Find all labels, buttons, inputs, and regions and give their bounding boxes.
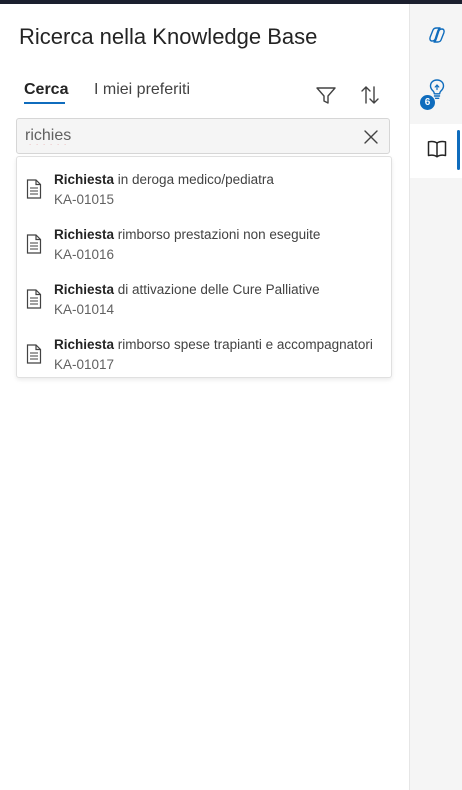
suggestion-rest: rimborso prestazioni non eseguite: [114, 227, 321, 242]
document-icon: [26, 344, 42, 364]
search-input[interactable]: [25, 125, 355, 147]
suggestion-id: KA-01017: [54, 357, 115, 372]
filter-icon: [316, 87, 336, 104]
suggestion-item[interactable]: Richiesta in deroga medico/pediatra KA-0…: [17, 160, 391, 212]
tab-preferiti[interactable]: I miei preferiti: [94, 81, 190, 99]
suggestion-rest: di attivazione delle Cure Palliative: [114, 282, 320, 297]
close-icon[interactable]: [362, 128, 380, 146]
panel-title: Ricerca nella Knowledge Base: [19, 24, 318, 49]
suggestion-rest: rimborso spese trapianti e accompagnator…: [114, 337, 373, 352]
suggestion-item[interactable]: Richiesta di attivazione delle Cure Pall…: [17, 270, 391, 322]
suggestion-id: KA-01014: [54, 302, 115, 317]
suggestion-title: Richiesta di attivazione delle Cure Pall…: [54, 282, 384, 297]
copilot-button[interactable]: [424, 22, 450, 48]
copilot-icon: [429, 27, 445, 43]
tab-cerca[interactable]: Cerca: [24, 81, 68, 99]
suggestion-match: Richiesta: [54, 227, 115, 242]
search-box: [16, 118, 390, 154]
suggestion-title: Richiesta in deroga medico/pediatra: [54, 172, 384, 187]
active-tab-indicator: [24, 102, 65, 104]
suggestion-item[interactable]: Richiesta rimborso spese trapianti e acc…: [17, 325, 391, 377]
suggestion-rest: in deroga medico/pediatra: [114, 172, 274, 187]
document-icon: [26, 179, 42, 199]
side-rail: 6: [409, 4, 462, 790]
suggestion-title: Richiesta rimborso prestazioni non esegu…: [54, 227, 384, 242]
search-suggestions: Richiesta in deroga medico/pediatra KA-0…: [16, 156, 392, 378]
suggestion-id: KA-01016: [54, 247, 115, 262]
sort-icon: [361, 86, 379, 104]
suggestion-title: Richiesta rimborso spese trapianti e acc…: [54, 337, 384, 352]
active-rail-indicator: [457, 130, 460, 170]
suggestion-id: KA-01015: [54, 192, 115, 207]
sort-button[interactable]: [357, 82, 383, 108]
suggestion-match: Richiesta: [54, 282, 115, 297]
suggestions-count-badge: 6: [419, 94, 436, 111]
knowledge-base-panel: Ricerca nella Knowledge Base Cerca I mie…: [0, 4, 409, 790]
suggestion-match: Richiesta: [54, 337, 115, 352]
suggestion-item[interactable]: Richiesta rimborso prestazioni non esegu…: [17, 215, 391, 267]
filter-button[interactable]: [313, 82, 339, 108]
suggestion-match: Richiesta: [54, 172, 115, 187]
knowledge-base-button[interactable]: [410, 124, 462, 178]
document-icon: [26, 234, 42, 254]
document-icon: [26, 289, 42, 309]
book-icon: [427, 140, 447, 158]
